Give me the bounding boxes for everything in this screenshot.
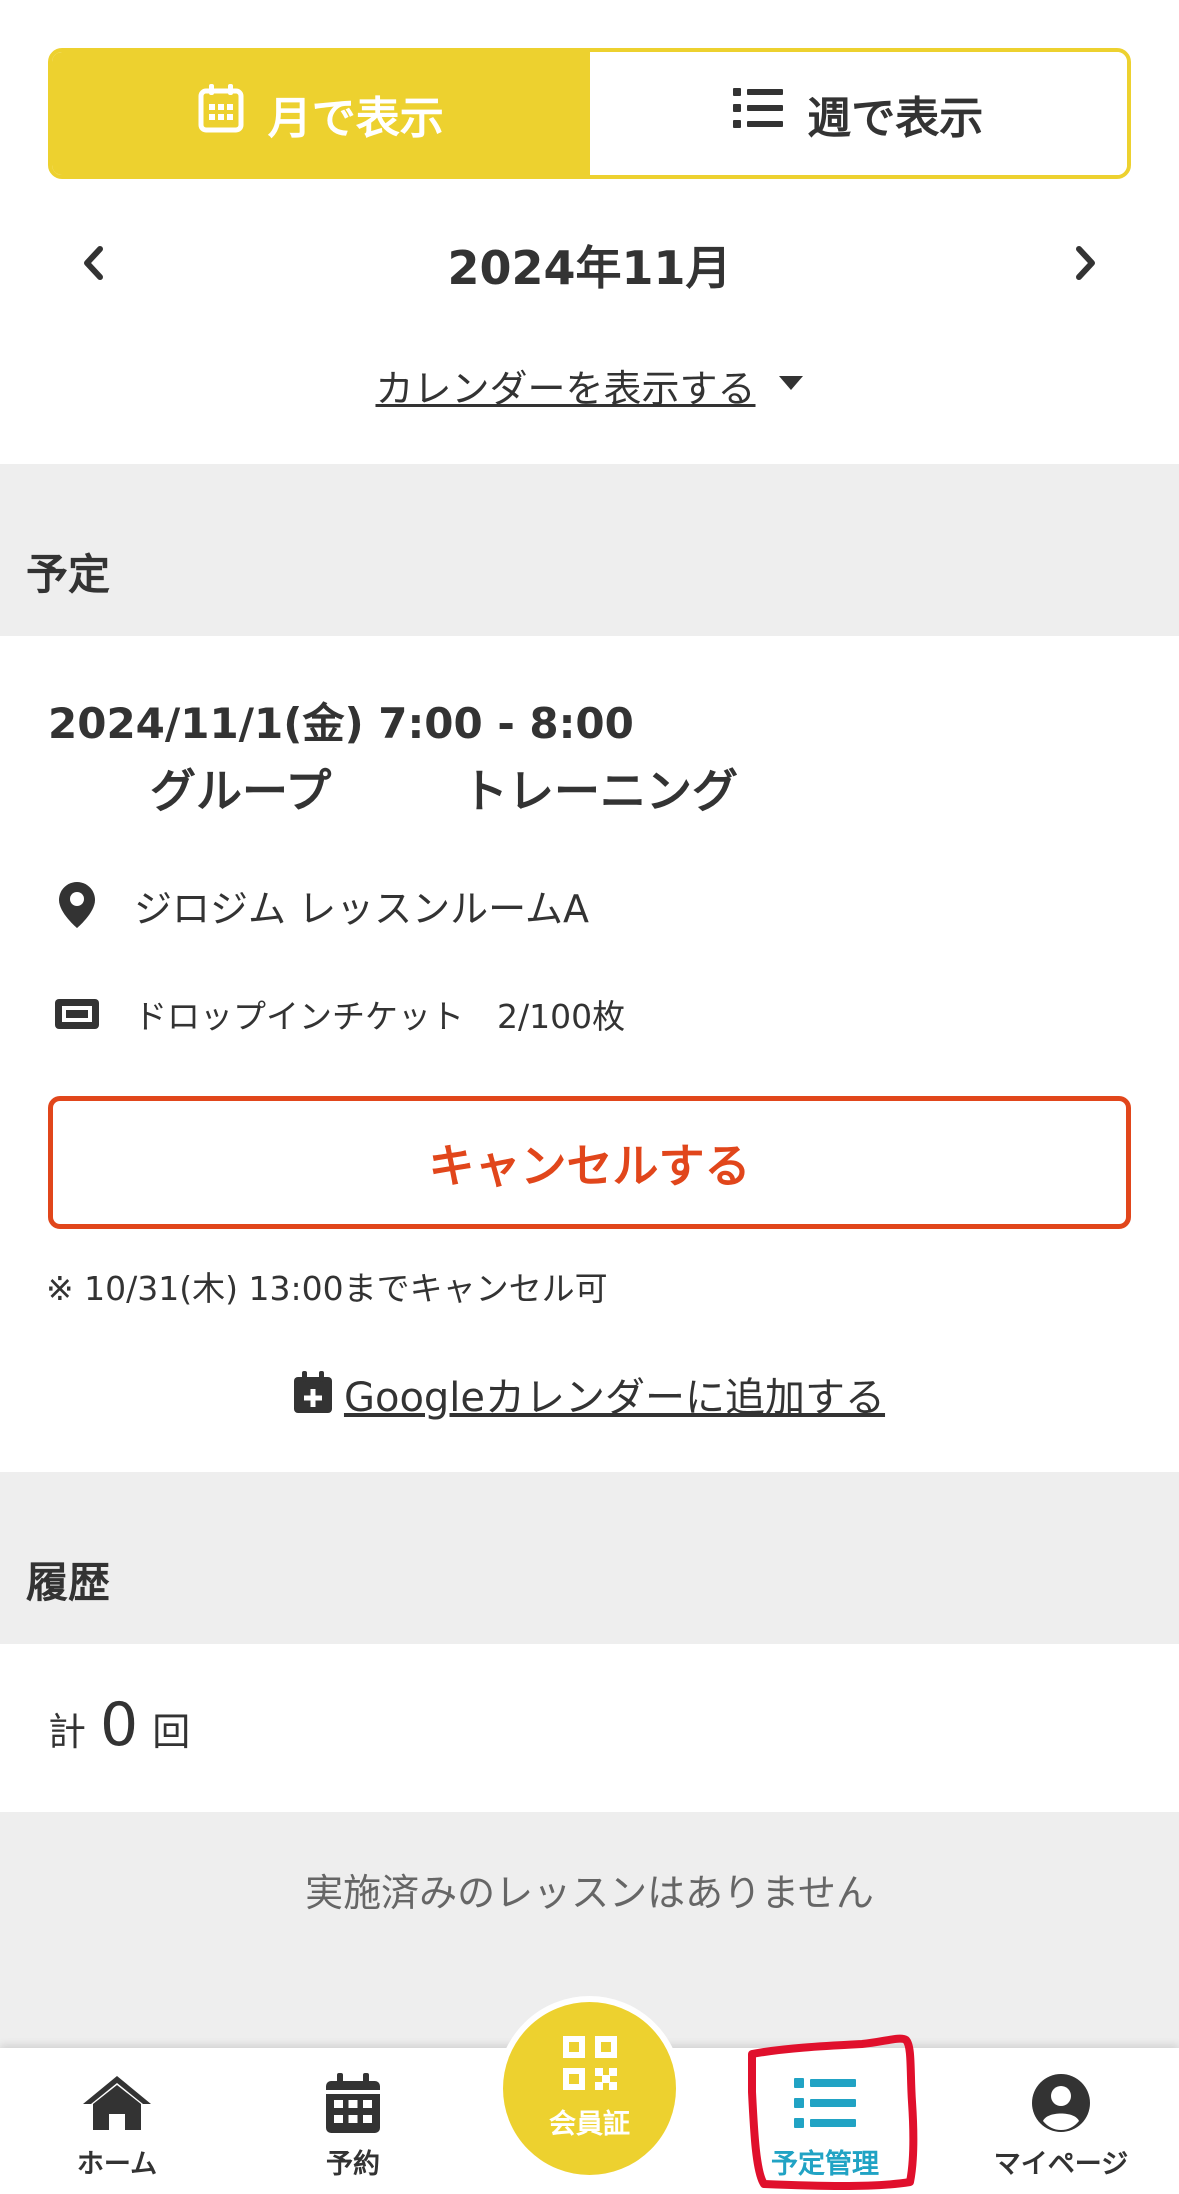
add-to-google-calendar-link[interactable]: Googleカレンダーに追加する (344, 1365, 885, 1423)
calendar-plus-icon (293, 1371, 332, 1417)
ticket-icon (52, 999, 102, 1029)
list-icon (733, 88, 784, 139)
tab-reserve-label: 予約 (326, 2149, 380, 2180)
tab-mypage-label: マイページ (993, 2149, 1129, 2180)
location-pin-icon (52, 882, 102, 928)
month-navigation: 2024年11月 (48, 220, 1131, 310)
week-view-button[interactable]: 週で表示 (589, 52, 1127, 175)
event-location-row: ジロジム レッスンルームA (52, 872, 589, 938)
tab-mypage[interactable]: マイページ (961, 2048, 1161, 2194)
history-total-count: 0 (100, 1690, 139, 1760)
view-toggle: 月で表示 週で表示 (48, 48, 1131, 179)
event-name-part2: トレーニング (462, 764, 738, 818)
show-calendar-link[interactable]: カレンダーを表示する (375, 358, 755, 413)
history-section-header: 履歴 (0, 1472, 1179, 1644)
history-section-title: 履歴 (26, 1558, 111, 1607)
calendar-icon (198, 83, 244, 144)
cancel-deadline-note: ※ 10/31(木) 13:00までキャンセル可 (46, 1269, 608, 1308)
month-view-label: 月で表示 (267, 92, 444, 144)
qr-code-icon (562, 2036, 617, 2094)
cancel-reservation-button[interactable]: キャンセルする (48, 1096, 1131, 1229)
history-total-prefix: 計 (48, 1710, 87, 1754)
highlight-annotation (744, 2032, 920, 2192)
month-title: 2024年11月 (447, 241, 732, 295)
next-month-button[interactable] (1041, 220, 1131, 310)
chevron-left-icon (82, 246, 104, 284)
event-name-part1: グループ (150, 764, 332, 818)
event-ticket-row: ドロップインチケット 2/100枚 (52, 986, 625, 1042)
show-calendar-toggle[interactable]: カレンダーを表示する (0, 350, 1179, 420)
event-location: ジロジム レッスンルームA (134, 886, 589, 931)
tab-reserve[interactable]: 予約 (253, 2048, 453, 2194)
history-empty-text: 実施済みのレッスンはありません (305, 1871, 874, 1915)
history-total-suffix: 回 (152, 1710, 191, 1754)
schedule-section-title: 予定 (26, 550, 111, 599)
month-view-button[interactable]: 月で表示 (52, 52, 590, 175)
caret-down-icon (778, 375, 804, 395)
user-avatar-icon (1031, 2070, 1091, 2136)
prev-month-button[interactable] (48, 220, 138, 310)
history-total: 計 0 回 (48, 1690, 190, 1780)
home-icon (81, 2070, 153, 2136)
calendar-icon (326, 2070, 380, 2136)
tab-home[interactable]: ホーム (17, 2048, 217, 2194)
week-view-label: 週で表示 (807, 92, 984, 144)
member-card-label: 会員証 (549, 2109, 630, 2140)
event-ticket: ドロップインチケット 2/100枚 (134, 997, 626, 1036)
add-to-google-calendar[interactable]: Googleカレンダーに追加する (0, 1364, 1179, 1424)
tab-home-label: ホーム (76, 2149, 158, 2180)
member-card-button[interactable]: 会員証 (497, 1996, 682, 2181)
schedule-section-header: 予定 (0, 464, 1179, 636)
event-datetime: 2024/11/1(金) 7:00 - 8:00 (48, 699, 634, 748)
chevron-right-icon (1075, 246, 1097, 284)
